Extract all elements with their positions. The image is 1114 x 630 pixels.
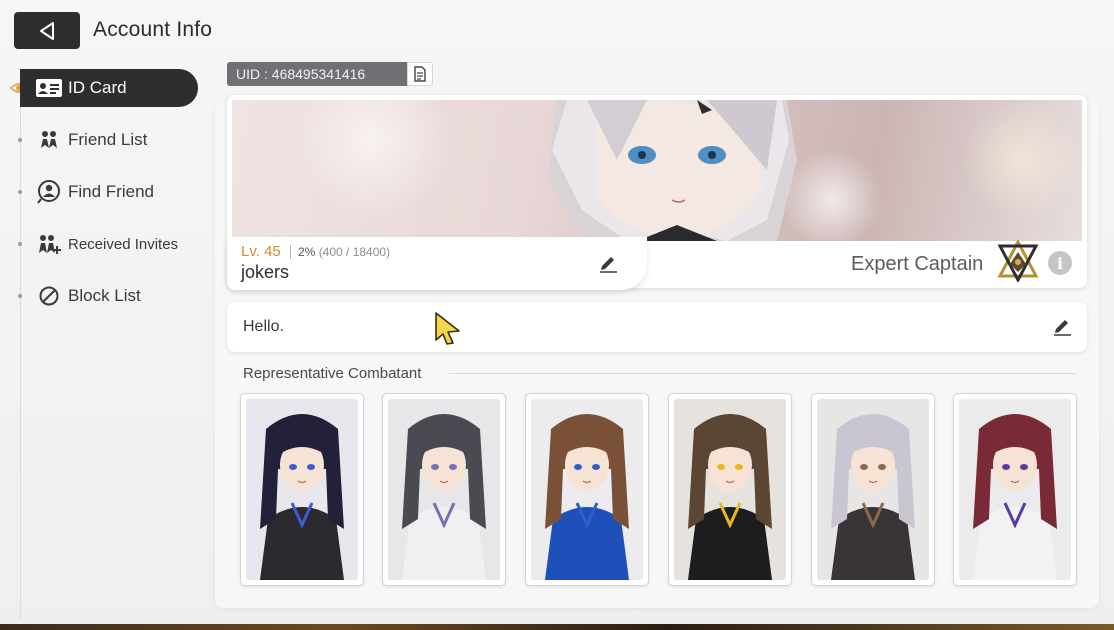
sidebar-item-label: Block List [68, 286, 141, 305]
edit-pencil-icon [600, 257, 617, 273]
sidebar-item-find-friend[interactable]: Find Friend [18, 173, 198, 211]
bottom-decor-strip [0, 624, 1114, 630]
rank-badge-icon [996, 238, 1040, 284]
sidebar-item-id-card[interactable]: ID Card [20, 69, 198, 107]
combatant-card-1[interactable] [240, 393, 364, 586]
combatant-portrait [531, 399, 643, 580]
rank-title: Expert Captain [851, 253, 984, 275]
mouse-cursor-icon [435, 312, 460, 345]
representative-combatant-label: Representative Combatant [243, 365, 422, 382]
combatant-portrait [817, 399, 929, 580]
bio-text: Hello. [243, 318, 284, 335]
combatant-portrait [246, 399, 358, 580]
back-button[interactable] [14, 12, 80, 49]
copy-icon [414, 66, 426, 82]
player-name: jokers [241, 262, 290, 282]
invites-icon [35, 230, 63, 258]
id-card-icon [35, 74, 63, 102]
combatant-card-4[interactable] [668, 393, 792, 586]
sidebar-item-label: Friend List [68, 130, 148, 149]
sidebar-dot [18, 190, 22, 194]
exp-percent: 2% [298, 245, 316, 259]
bio-box [227, 302, 1087, 352]
find-friend-icon [35, 178, 63, 206]
sidebar-item-label: Find Friend [68, 182, 154, 201]
player-level: Lv. 45 [241, 243, 281, 260]
friends-icon [35, 126, 63, 154]
banner-character-art [547, 100, 797, 241]
sidebar-item-block-list[interactable]: Block List [18, 277, 198, 315]
sidebar-dot [18, 294, 22, 298]
sidebar-dot [18, 242, 22, 246]
sidebar-dot [18, 138, 22, 142]
combatant-card-3[interactable] [525, 393, 649, 586]
level-separator [290, 245, 291, 259]
block-icon [35, 282, 63, 310]
sidebar-item-label: ID Card [68, 78, 127, 97]
sidebar-item-label: Received Invites [68, 235, 179, 253]
rank-info-button[interactable]: i [1048, 251, 1072, 275]
combatant-portrait [674, 399, 786, 580]
combatant-card-2[interactable] [382, 393, 506, 586]
exp-detail: (400 / 18400) [318, 245, 391, 259]
edit-name-button[interactable] [597, 253, 619, 273]
combatant-card-5[interactable] [811, 393, 935, 586]
combatant-portrait [959, 399, 1071, 580]
edit-bio-button[interactable] [1051, 316, 1073, 336]
edit-pencil-icon [1054, 320, 1071, 336]
exp-progress: 2% (400 / 18400) [298, 245, 390, 259]
profile-banner[interactable] [232, 100, 1082, 241]
section-divider [449, 373, 1076, 374]
combatant-card-6[interactable] [953, 393, 1077, 586]
uid-label: UID : 468495341416 [227, 62, 407, 86]
copy-uid-button[interactable] [407, 62, 433, 86]
sidebar-item-received-invites[interactable]: Received Invites [18, 225, 198, 263]
combatant-portrait [388, 399, 500, 580]
back-arrow-icon [40, 21, 54, 40]
sidebar-track [20, 90, 21, 620]
sidebar-item-friend-list[interactable]: Friend List [18, 121, 198, 159]
page-title: Account Info [93, 18, 213, 41]
